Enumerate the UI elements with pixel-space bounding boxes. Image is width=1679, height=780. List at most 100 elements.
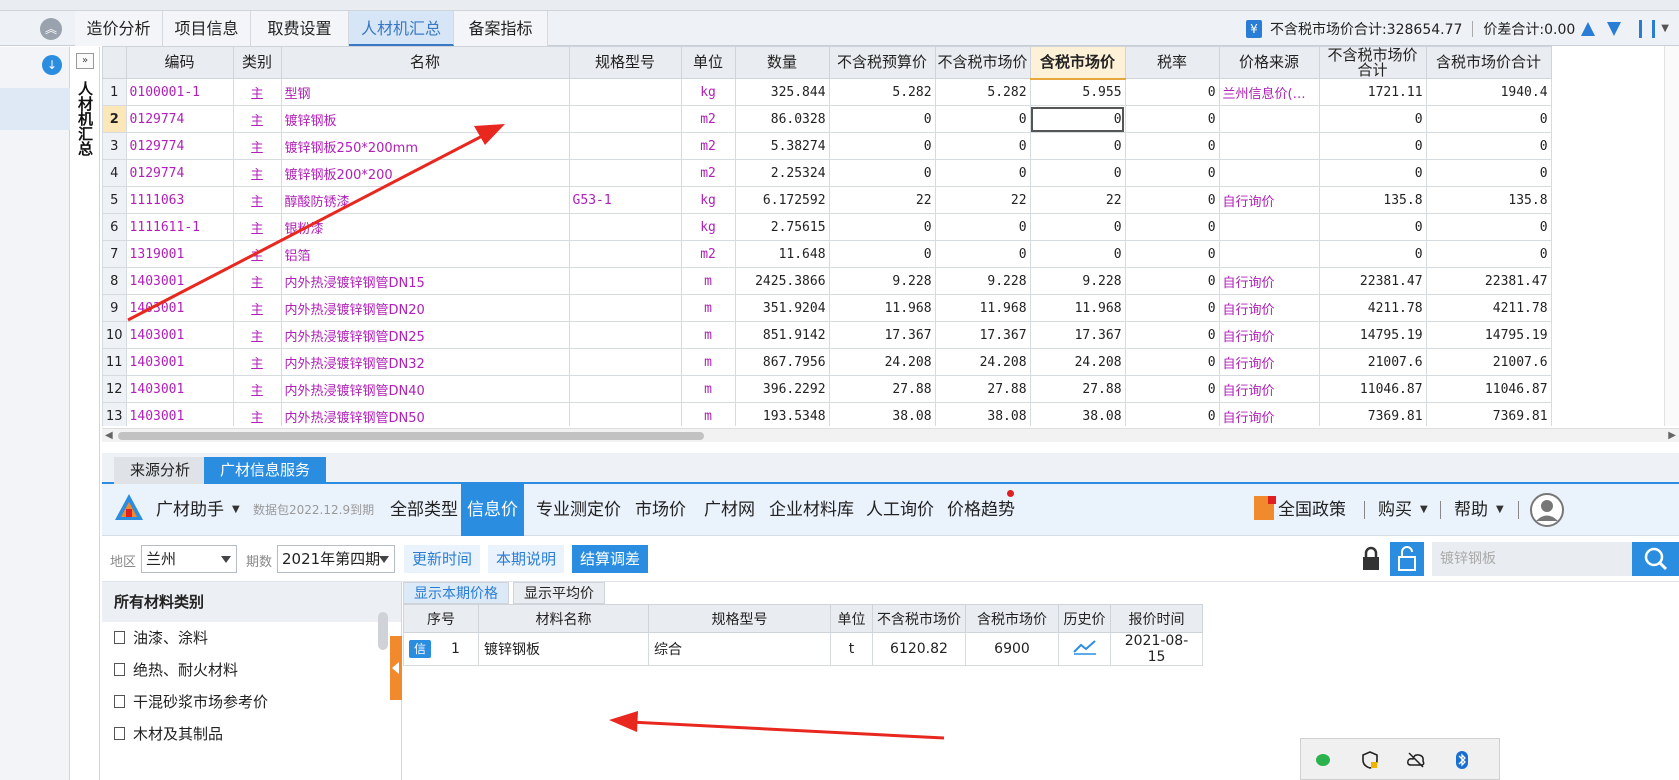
tax-rate-cell[interactable]: 0	[1124, 213, 1220, 241]
unit-cell[interactable]: m	[680, 321, 736, 349]
spec-cell[interactable]	[568, 132, 682, 160]
budget-price-cell[interactable]: 0	[828, 132, 936, 160]
table-row[interactable]: 13 1403001 主内外热浸镀锌钢管DN50 m 193.5348 38.08 38.0…	[102, 402, 1552, 426]
market-price-cell[interactable]: 5.282	[934, 78, 1031, 106]
link-buy[interactable]: 购买	[1372, 484, 1418, 536]
market-total-cell[interactable]: 135.8	[1318, 186, 1427, 214]
tax-rate-cell[interactable]: 0	[1124, 132, 1220, 160]
market-total-cell[interactable]: 11046.87	[1318, 375, 1427, 403]
market-price-cell[interactable]: 27.88	[934, 375, 1031, 403]
table-row[interactable]: 8 1403001 主内外热浸镀锌钢管DN15 m 2425.3866 9.228 9.22…	[102, 267, 1552, 295]
shield-icon[interactable]	[1361, 751, 1379, 769]
market-total-tax-cell[interactable]: 0	[1425, 159, 1552, 187]
header-quantity[interactable]: 数量	[734, 46, 830, 79]
budget-price-cell[interactable]: 38.08	[828, 402, 936, 426]
header-unit[interactable]: 单位	[680, 46, 736, 79]
market-total-tax-cell[interactable]: 11046.87	[1425, 375, 1552, 403]
row-number[interactable]: 5	[102, 186, 127, 214]
header-market-total-tax[interactable]: 含税市场价合计	[1425, 46, 1552, 79]
market-total-tax-cell[interactable]: 22381.47	[1425, 267, 1552, 295]
market-total-cell[interactable]: 14795.19	[1318, 321, 1427, 349]
code-cell[interactable]: 0129774	[125, 159, 234, 187]
unit-cell[interactable]: kg	[680, 186, 736, 214]
tax-rate-cell[interactable]: 0	[1124, 240, 1220, 268]
scroll-left-icon[interactable]: ◀	[105, 430, 113, 441]
category-item[interactable]: 绝热、耐火材料	[102, 654, 401, 686]
market-total-cell[interactable]: 0	[1318, 132, 1427, 160]
budget-price-cell[interactable]: 11.968	[828, 294, 936, 322]
grid-vertical-scrollbar[interactable]	[1664, 46, 1679, 426]
tab-cost-analysis[interactable]: 造价分析	[75, 11, 163, 46]
arrow-up-icon[interactable]	[1581, 21, 1596, 36]
price-source-cell[interactable]: 自行询价	[1218, 375, 1320, 403]
search-icon[interactable]	[1632, 542, 1679, 576]
quantity-cell[interactable]: 2425.3866	[734, 267, 830, 295]
tax-rate-cell[interactable]: 0	[1124, 321, 1220, 349]
user-avatar-icon[interactable]	[1529, 492, 1565, 528]
price-source-cell[interactable]	[1218, 240, 1320, 268]
type-cell[interactable]: 主	[232, 213, 282, 241]
result-material-name[interactable]: 镀锌钢板	[478, 632, 649, 666]
tab-fee-settings[interactable]: 取费设置	[251, 11, 349, 46]
budget-price-cell[interactable]: 0	[828, 240, 936, 268]
market-price-tax-cell[interactable]: 0	[1029, 159, 1126, 187]
header-code[interactable]: 编码	[125, 46, 234, 79]
market-total-tax-cell[interactable]: 0	[1425, 240, 1552, 268]
quantity-cell[interactable]: 11.648	[734, 240, 830, 268]
spec-cell[interactable]	[568, 348, 682, 376]
chevron-down-icon[interactable]: ▼	[1496, 484, 1504, 536]
code-cell[interactable]: 0100001-1	[125, 78, 234, 106]
scroll-right-icon[interactable]: ▶	[1668, 430, 1676, 441]
row-number[interactable]: 8	[102, 267, 127, 295]
market-price-tax-cell[interactable]: 38.08	[1029, 402, 1126, 426]
unit-cell[interactable]: m2	[680, 159, 736, 187]
vertical-tab-label[interactable]: 人材机汇总	[76, 81, 94, 156]
spec-cell[interactable]	[568, 267, 682, 295]
market-price-tax-cell[interactable]: 22	[1029, 186, 1126, 214]
market-price-cell[interactable]: 9.228	[934, 267, 1031, 295]
unlock-icon[interactable]	[1390, 542, 1424, 576]
market-price-tax-cell[interactable]: 0	[1029, 213, 1126, 241]
code-cell[interactable]: 1403001	[125, 267, 234, 295]
market-total-cell[interactable]: 1721.11	[1318, 78, 1427, 106]
row-number[interactable]: 13	[102, 402, 127, 426]
chevron-down-icon[interactable]: ▼	[1420, 484, 1428, 536]
quantity-cell[interactable]: 2.25324	[734, 159, 830, 187]
type-cell[interactable]: 主	[232, 294, 282, 322]
tab-material-info-service[interactable]: 广材信息服务	[204, 457, 327, 484]
type-cell[interactable]: 主	[232, 375, 282, 403]
header-tax-rate[interactable]: 税率	[1124, 46, 1220, 79]
price-source-cell[interactable]	[1218, 213, 1320, 241]
tab-source-analysis[interactable]: 来源分析	[114, 457, 207, 484]
market-total-cell[interactable]: 4211.78	[1318, 294, 1427, 322]
code-cell[interactable]: 1403001	[125, 348, 234, 376]
quantity-cell[interactable]: 6.172592	[734, 186, 830, 214]
unit-cell[interactable]: m	[680, 375, 736, 403]
tax-rate-cell[interactable]: 0	[1124, 267, 1220, 295]
table-row[interactable]: 10 1403001 主内外热浸镀锌钢管DN25 m 851.9142 17.367 17.…	[102, 321, 1552, 349]
market-price-tax-cell[interactable]: 5.955	[1029, 78, 1126, 106]
unit-cell[interactable]: m2	[680, 105, 736, 133]
unit-cell[interactable]: kg	[680, 213, 736, 241]
row-number[interactable]: 10	[102, 321, 127, 349]
price-source-cell[interactable]: 自行询价	[1218, 267, 1320, 295]
code-cell[interactable]: 1319001	[125, 240, 234, 268]
table-row[interactable]: 4 0129774 主镀锌钢板200*200 m2 2.25324 0 0 0 0 0 0	[102, 159, 1552, 187]
name-cell[interactable]: 内外热浸镀锌钢管DN40	[280, 375, 570, 403]
dropdown-icon[interactable]: ▼	[232, 484, 240, 536]
result-history-cell[interactable]	[1058, 632, 1111, 666]
region-select[interactable]: 兰州	[141, 545, 237, 573]
panel-collapse-handle[interactable]	[390, 636, 402, 700]
code-cell[interactable]: 1111063	[125, 186, 234, 214]
tab-project-info[interactable]: 项目信息	[163, 11, 251, 46]
link-national-policy[interactable]: 全国政策	[1272, 484, 1352, 536]
spec-cell[interactable]	[568, 375, 682, 403]
header-market-price[interactable]: 不含税市场价	[934, 46, 1031, 79]
update-time-button[interactable]: 更新时间	[404, 545, 481, 573]
market-total-cell[interactable]: 0	[1318, 240, 1427, 268]
market-total-tax-cell[interactable]: 0	[1425, 132, 1552, 160]
budget-price-cell[interactable]: 9.228	[828, 267, 936, 295]
unit-cell[interactable]: m	[680, 294, 736, 322]
row-number[interactable]: 2	[102, 105, 127, 133]
table-row[interactable]: 12 1403001 主内外热浸镀锌钢管DN40 m 396.2292 27.88 27.8…	[102, 375, 1552, 403]
